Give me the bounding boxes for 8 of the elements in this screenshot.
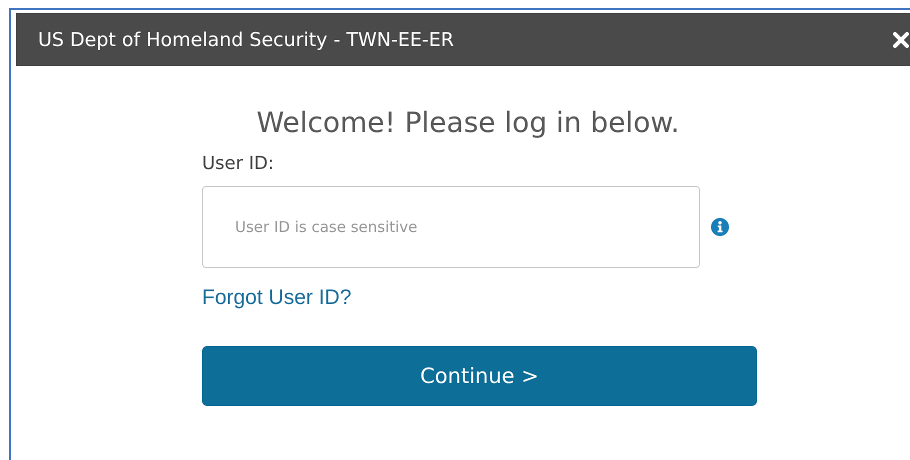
info-icon[interactable] bbox=[711, 218, 729, 236]
continue-button[interactable]: Continue > bbox=[202, 346, 757, 406]
forgot-user-id-link[interactable]: Forgot User ID? bbox=[202, 286, 352, 310]
user-id-field[interactable]: User ID is case sensitive bbox=[202, 186, 700, 268]
field-label: User ID: bbox=[202, 153, 274, 174]
welcome-heading: Welcome! Please log in below. bbox=[255, 106, 681, 139]
window-title: US Dept of Homeland Security - TWN-EE-ER bbox=[38, 28, 454, 50]
close-icon[interactable] bbox=[892, 30, 910, 48]
